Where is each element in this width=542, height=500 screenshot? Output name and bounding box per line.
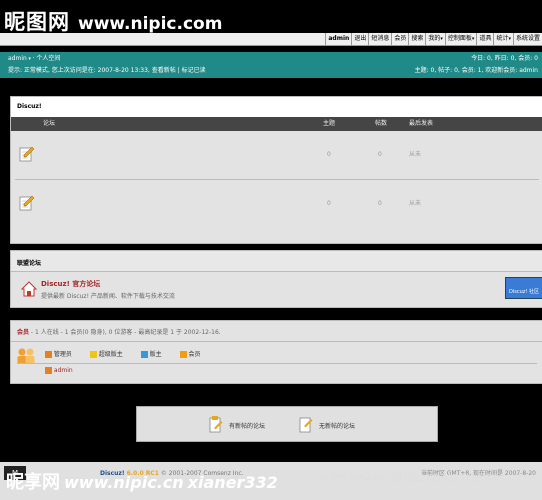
stats-line-1: 今日: 0, 昨日: 0, 会员: 0: [471, 55, 538, 62]
forum-last-post: 从未: [409, 200, 422, 207]
watermark-site-cn: 昵图网: [4, 9, 70, 34]
forum-panel-title: Discuz!: [11, 97, 542, 117]
forum-panel: Discuz! 论坛 主题 帖数 最后发表 0 0 从未 0 0 从未: [10, 96, 542, 244]
links-panel: 联盟论坛 Discuz! 官方论坛 提供最新 Discuz! 产品新闻、软件下载…: [10, 250, 542, 308]
online-panel-header: 会员 - 1 人在线 - 1 会员(0 隐身), 0 位游客 - 最高纪录是 1…: [11, 321, 542, 341]
forum-topics-count: 0: [327, 200, 331, 207]
top-menu: admin 退出 短消息 会员 搜索 我的▾ 控制面板▾ 道具 统计▾ 系统设置: [325, 33, 542, 45]
stats-line-2: 主题: 0, 帖子: 0, 会员: 1, 欢迎新会员: admin: [414, 67, 538, 74]
forum-legend-box: 有新帖的论坛 无新帖的论坛: [136, 406, 438, 442]
menu-items-label: 道具: [479, 35, 492, 42]
menu-stats-label: 统计: [496, 35, 509, 42]
linked-forum-desc: 提供最新 Discuz! 产品新闻、软件下载与技术交流: [41, 293, 175, 300]
forum-pencil-icon: [19, 146, 35, 162]
links-divider: [11, 271, 542, 272]
watermark-url: www.nipic.com: [78, 14, 223, 34]
menu-messages[interactable]: 短消息: [368, 33, 391, 45]
chevron-down-icon: ▾: [440, 36, 443, 42]
no-new-posts-icon: [299, 417, 313, 433]
bottom-watermark-url: www.nipic.cn: [64, 473, 184, 492]
forum-last-post: 从未: [409, 151, 422, 158]
menu-logout[interactable]: 退出: [351, 33, 368, 45]
bottom-watermark: 昵享网 www.nipic.cn xianer332: [6, 468, 278, 494]
menu-control-panel-label: 控制面板: [447, 35, 472, 42]
menu-members[interactable]: 会员: [391, 33, 408, 45]
legend-member: 会员: [188, 351, 201, 358]
chevron-down-icon: ▾: [508, 36, 511, 42]
online-summary: - 1 人在线 - 1 会员(0 隐身), 0 位游客 - 最高纪录是 1 于 …: [29, 329, 221, 336]
menu-settings[interactable]: 系统设置: [512, 33, 542, 45]
user-info-bar: admin ▾ · 个人空间 今日: 0, 昨日: 0, 会员: 0 提示: 正…: [0, 52, 542, 78]
forum-table-header: 论坛 主题 帖数 最后发表: [11, 117, 542, 131]
admin-badge-icon: [45, 351, 52, 358]
legend-mod: 版主: [149, 351, 162, 358]
mod-badge-icon: [140, 351, 148, 358]
menu-my-label: 我的: [428, 35, 441, 42]
admin-badge-icon: [45, 367, 52, 374]
userbar-username[interactable]: admin: [8, 55, 27, 62]
menu-items[interactable]: 道具: [476, 33, 493, 45]
forum-row[interactable]: 0 0 从未: [11, 180, 542, 228]
user-info-row-2: 提示: 正常模式, 您上次访问是在: 2007-8-20 13:33, 查看新帖…: [8, 65, 538, 77]
online-divider: [11, 341, 542, 342]
col-last-post: 最后发表: [409, 120, 434, 127]
online-panel: 会员 - 1 人在线 - 1 会员(0 隐身), 0 位游客 - 最高纪录是 1…: [10, 320, 542, 384]
no-new-posts-label: 无新帖的论坛: [319, 423, 356, 430]
menu-search[interactable]: 搜索: [408, 33, 425, 45]
bottom-watermark-user: xianer332: [187, 473, 278, 492]
col-forum: 论坛: [43, 120, 56, 127]
forum-posts-count: 0: [378, 151, 382, 158]
online-title[interactable]: 会员: [17, 329, 29, 336]
online-users-list: admin: [45, 367, 73, 374]
menu-stats[interactable]: 统计▾: [493, 33, 513, 45]
bottom-watermark-site: 昵享网: [6, 472, 60, 493]
legend-row: 管理员 超级版主 版主 会员: [45, 349, 201, 358]
status-text: 提示: 正常模式, 您上次访问是在: 2007-8-20 13:33, 查看新帖…: [8, 67, 206, 74]
personal-space-link[interactable]: · 个人空间: [33, 55, 61, 62]
forum-topics-count: 0: [327, 151, 331, 158]
super-mod-badge-icon: [89, 351, 97, 358]
forum-posts-count: 0: [378, 200, 382, 207]
discuz-logo-text: Discuz! 社区: [509, 289, 539, 295]
legend-admin: 管理员: [53, 351, 72, 358]
top-watermark: 昵图网 www.nipic.com: [4, 6, 222, 36]
menu-username[interactable]: admin: [325, 33, 351, 45]
menu-my[interactable]: 我的▾: [425, 33, 445, 45]
chevron-down-icon: ▾: [471, 36, 475, 42]
legend-super-mod: 超级版主: [98, 351, 123, 358]
image-id-watermark: ID:3597054 NO:20131220162731163000: [318, 474, 505, 484]
linked-forum-title[interactable]: Discuz! 官方论坛: [41, 279, 100, 289]
top-menu-bar: admin 退出 短消息 会员 搜索 我的▾ 控制面板▾ 道具 统计▾ 系统设置: [0, 33, 542, 46]
user-info-row-1: admin ▾ · 个人空间 今日: 0, 昨日: 0, 会员: 0: [8, 53, 538, 65]
online-user[interactable]: admin: [54, 367, 73, 374]
new-posts-icon: [209, 416, 223, 433]
col-topics: 主题: [323, 120, 336, 127]
home-icon: [21, 281, 37, 297]
legend-divider: [17, 363, 537, 364]
menu-control-panel[interactable]: 控制面板▾: [444, 33, 477, 45]
new-posts-label: 有新帖的论坛: [229, 423, 266, 430]
links-panel-title: 联盟论坛: [11, 251, 542, 271]
col-posts: 帖数: [375, 120, 388, 127]
forum-row[interactable]: 0 0 从未: [11, 131, 542, 179]
member-badge-icon: [179, 351, 187, 358]
discuz-logo[interactable]: Discuz! 社区: [505, 277, 542, 299]
forum-pencil-icon: [19, 195, 35, 211]
